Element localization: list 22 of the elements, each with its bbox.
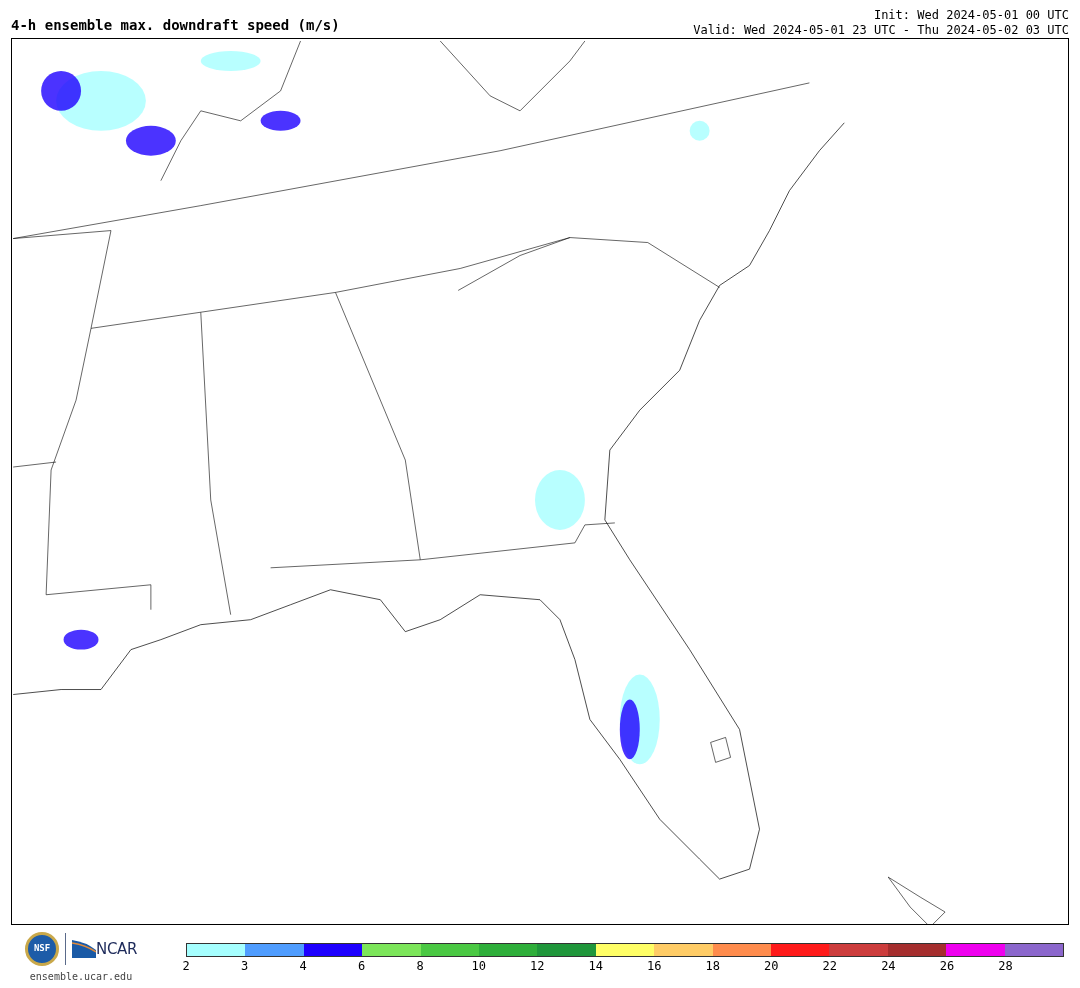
tick-label: 2 [182, 960, 190, 972]
chart-title: 4-h ensemble max. downdraft speed (m/s) [11, 18, 340, 32]
tick-label: 18 [705, 960, 720, 972]
nsf-logo: NSF [25, 932, 60, 966]
tick-label: 12 [529, 960, 545, 972]
tick-label: 26 [939, 960, 955, 972]
tick-label: 22 [822, 960, 838, 972]
site-url: ensemble.ucar.edu [29, 970, 133, 984]
tick-label: 10 [471, 960, 486, 972]
tick-label: 14 [588, 960, 603, 972]
ncar-logo: NCAR [96, 938, 137, 960]
tick-label: 24 [881, 960, 896, 972]
valid-time: Valid: Wed 2024-05-01 23 UTC - Thu 2024-05-02 03 UTC [693, 23, 1069, 38]
tick-label: 3 [240, 960, 249, 972]
tick-label: 4 [299, 960, 307, 972]
tick-label: 20 [764, 960, 779, 972]
init-time: Init: Wed 2024-05-01 00 UTC [873, 8, 1069, 23]
tick-label: 6 [358, 960, 366, 972]
tick-label: 16 [647, 960, 662, 972]
tick-label: 8 [416, 960, 424, 972]
tick-label: 28 [998, 960, 1013, 972]
ncar-swoosh-icon [72, 940, 97, 958]
